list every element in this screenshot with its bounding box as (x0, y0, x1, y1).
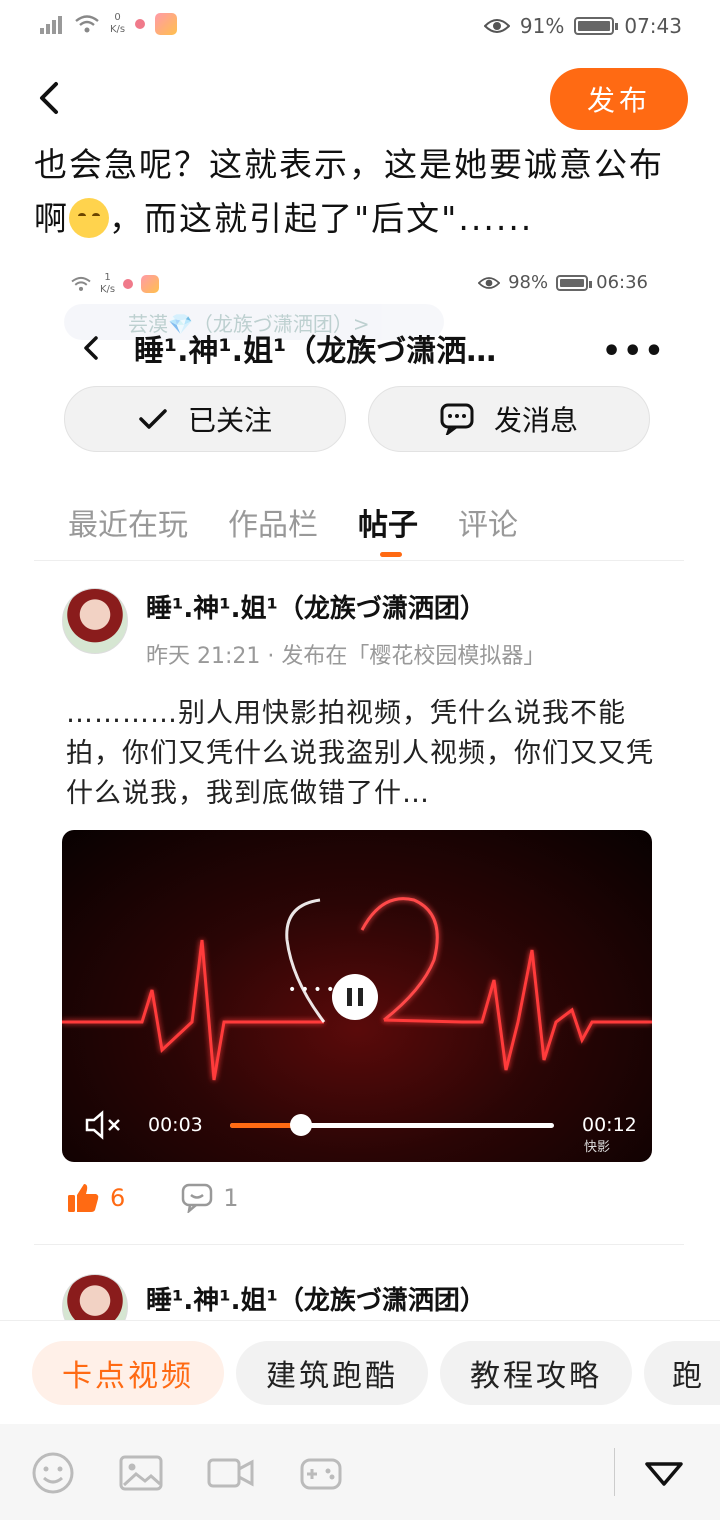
post-author[interactable]: 睡¹.神¹.姐¹（龙族づ潇洒团） (146, 1280, 486, 1317)
embedded-wifi-icon (71, 276, 91, 291)
tab-posts[interactable]: 帖子 (358, 500, 418, 560)
post-author[interactable]: 睡¹.神¹.姐¹（龙族づ潇洒团） (146, 588, 486, 625)
topic-chip-bar: 卡点视频 建筑跑酷 教程攻略 跑 (0, 1320, 720, 1424)
comment-count: 1 (223, 1184, 239, 1212)
chat-bubble-icon (440, 403, 474, 435)
embedded-battery-percent: 98% (508, 272, 549, 293)
avatar[interactable] (62, 1274, 128, 1320)
relieved-face-emoji-icon (69, 198, 109, 238)
embedded-back-icon[interactable] (78, 334, 106, 362)
profile-title: 睡¹.神¹.姐¹（龙族づ潇洒… (134, 334, 497, 369)
pause-button[interactable] (332, 974, 378, 1020)
intro-line-2: 啊，而这就引起了"后文"...... (34, 198, 534, 238)
profile-tabs: 最近在玩 作品栏 帖子 评论 (68, 500, 518, 560)
image-icon[interactable] (118, 1450, 164, 1496)
message-button[interactable]: 发消息 (368, 386, 650, 452)
network-speed: 0 K/s (110, 12, 126, 35)
post-actions: 6 1 (66, 1182, 239, 1214)
mute-icon[interactable] (84, 1110, 124, 1140)
publish-button[interactable]: 发布 (550, 68, 688, 130)
comment-button[interactable]: 1 (181, 1183, 239, 1213)
video-total-time: 00:12 (582, 1114, 637, 1136)
thumbs-up-icon (68, 1184, 99, 1212)
comment-icon (182, 1183, 213, 1213)
emoji-icon[interactable] (30, 1450, 76, 1496)
signal-icon (40, 14, 64, 34)
embedded-app-notification-icon (141, 275, 160, 293)
video-camera-icon[interactable] (206, 1450, 256, 1496)
post-body-text[interactable]: 也会急呢？这就表示，这是她要诚意公布 啊，而这就引起了"后文"...... (34, 138, 694, 246)
battery-icon (574, 17, 619, 35)
wifi-icon (75, 15, 99, 33)
tab-works[interactable]: 作品栏 (228, 500, 318, 560)
battery-percent: 91% (519, 14, 565, 38)
post-meta: 昨天 21:21 · 发布在「樱花校园模拟器」 (146, 644, 546, 669)
embedded-network-speed: 1 K/s (100, 272, 116, 295)
video-brand-watermark: 快影 (584, 1140, 611, 1155)
tab-recently-played[interactable]: 最近在玩 (68, 500, 188, 560)
follow-button[interactable]: 已关注 (64, 386, 346, 452)
embedded-clock: 06:36 (596, 272, 648, 293)
embedded-status-bar: 1 K/s 98% 06:36 (34, 264, 684, 304)
app-notification-icon (155, 13, 178, 35)
embedded-screenshot[interactable]: 1 K/s 98% 06:36 芸漠💎（龙族づ潇洒团）> 睡¹.神¹.姐¹（龙族づ… (34, 254, 684, 1320)
notification-dot-icon (135, 19, 146, 29)
checkmark-icon (139, 409, 167, 429)
tabs-divider (34, 560, 684, 561)
topic-chip-building-parkour[interactable]: 建筑跑酷 (236, 1341, 428, 1405)
editor-toolbar (0, 1424, 720, 1520)
game-controller-icon[interactable] (298, 1450, 344, 1496)
video-current-time: 00:03 (148, 1114, 203, 1136)
more-options-icon[interactable]: ••• (602, 334, 666, 369)
back-arrow-icon[interactable] (30, 78, 70, 118)
embedded-battery-icon (556, 274, 593, 291)
eye-comfort-icon (483, 19, 510, 33)
post-content[interactable]: …………别人用快影拍视频，凭什么说我不能拍，你们又凭什么说我盗别人视频，你们又又… (66, 694, 656, 814)
avatar[interactable] (62, 588, 128, 654)
clock: 07:43 (624, 14, 682, 38)
intro-line-1: 也会急呢？这就表示，这是她要诚意公布 (34, 145, 664, 184)
video-progress-bar[interactable] (230, 1114, 554, 1136)
video-player[interactable]: • • • • • 00:03 00:12 快影 (62, 830, 652, 1162)
topic-chip-parkour-partial[interactable]: 跑 (644, 1341, 720, 1405)
topic-chip-beat-video[interactable]: 卡点视频 (32, 1341, 224, 1405)
topic-chip-tutorials[interactable]: 教程攻略 (440, 1341, 632, 1405)
toolbar-separator (614, 1448, 615, 1496)
status-bar: 0 K/s 91% 07:43 (0, 0, 720, 56)
like-button[interactable]: 6 (66, 1182, 125, 1214)
tab-comments[interactable]: 评论 (458, 500, 518, 560)
embedded-eye-comfort-icon (478, 276, 501, 289)
post-divider (34, 1244, 684, 1245)
collapse-triangle-icon[interactable] (642, 1450, 686, 1496)
like-count: 6 (110, 1184, 126, 1212)
embedded-notification-dot-icon (123, 279, 134, 289)
